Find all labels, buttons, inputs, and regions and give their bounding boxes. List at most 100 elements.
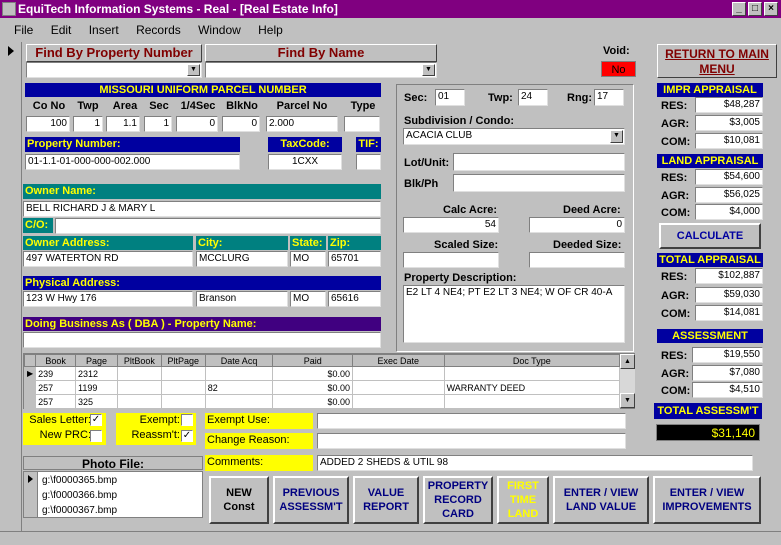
menu-file[interactable]: File — [14, 23, 33, 37]
parcel-twp-field[interactable]: 1 — [73, 116, 103, 132]
table-row[interactable]: 257 1199 82 $0.00 WARRANTY DEED — [23, 380, 621, 395]
find-by-property-number-combo[interactable]: ▼ — [26, 62, 202, 78]
first-time-land-button[interactable]: FIRST TIME LAND — [497, 476, 549, 524]
parcel-col-parcelno: Parcel No — [276, 100, 328, 112]
blk-field[interactable] — [453, 174, 625, 192]
owner-state-field[interactable]: MO — [290, 251, 326, 267]
physical-city-field[interactable]: Branson — [196, 291, 288, 307]
parcel-no-field[interactable]: 2.000 — [266, 116, 338, 132]
menu-records[interactable]: Records — [136, 23, 181, 37]
total-agr-field[interactable]: $59,030 — [695, 287, 763, 303]
assess-agr-field[interactable]: $7,080 — [692, 365, 763, 381]
owner-zip-field[interactable]: 65701 — [328, 251, 381, 267]
chevron-down-icon[interactable]: ▼ — [187, 64, 200, 76]
value-report-button[interactable]: VALUE REPORT — [353, 476, 419, 524]
parcel-sec-field[interactable]: 1 — [144, 116, 172, 132]
owner-address-field[interactable]: 497 WATERTON RD — [23, 251, 193, 267]
taxcode-field[interactable]: 1CXX — [268, 154, 342, 170]
loc-sec-label: Sec: — [404, 92, 428, 104]
deeds-col-page[interactable]: Page — [75, 354, 118, 367]
new-prc-checkbox[interactable] — [90, 430, 102, 442]
comments-field[interactable]: ADDED 2 SHEDS & UTIL 98 — [317, 455, 753, 471]
parcel-cono-field[interactable]: 100 — [26, 116, 70, 132]
loc-sec-field[interactable]: 01 — [435, 89, 465, 106]
land-com-field[interactable]: $4,000 — [695, 204, 763, 220]
deeds-col-pltpage[interactable]: PltPage — [160, 354, 206, 367]
tif-field[interactable] — [356, 154, 381, 170]
reassmt-checkbox[interactable]: ✓ — [181, 430, 193, 442]
scaled-size-field[interactable] — [403, 252, 499, 268]
maximize-button[interactable]: □ — [748, 2, 762, 16]
deeds-col-paid[interactable]: Paid — [272, 354, 354, 367]
list-item[interactable]: g:\f0000365.bmp — [42, 473, 117, 488]
enter-view-land-value-button[interactable]: ENTER / VIEW LAND VALUE — [553, 476, 649, 524]
exempt-use-field[interactable] — [317, 413, 626, 429]
calculate-button[interactable]: CALCULATE — [659, 223, 761, 249]
deeds-col-doctype[interactable]: Doc Type — [443, 354, 621, 367]
find-by-name-combo[interactable]: ▼ — [205, 62, 437, 78]
menu-help[interactable]: Help — [258, 23, 283, 37]
impr-res-field[interactable]: $48,287 — [695, 97, 763, 113]
property-number-field[interactable]: 01-1.1-01-000-000-002.000 — [25, 154, 240, 170]
property-number-label: Property Number: — [25, 137, 240, 152]
menu-edit[interactable]: Edit — [51, 23, 72, 37]
scroll-down-icon[interactable]: ▼ — [620, 393, 635, 408]
enter-view-improvements-button[interactable]: ENTER / VIEW IMPROVEMENTS — [653, 476, 761, 524]
assess-res-field[interactable]: $19,550 — [692, 347, 763, 363]
chevron-down-icon[interactable]: ▼ — [422, 64, 435, 76]
impr-com-field[interactable]: $10,081 — [695, 133, 763, 149]
co-field[interactable] — [55, 218, 381, 234]
owner-name-field[interactable]: BELL RICHARD J & MARY L — [23, 201, 381, 217]
subdivision-combo[interactable]: ACACIA CLUB ▼ — [403, 128, 625, 145]
land-agr-field[interactable]: $56,025 — [695, 187, 763, 203]
parcel-qsec-field[interactable]: 0 — [176, 116, 218, 132]
loc-rng-field[interactable]: 17 — [594, 89, 624, 106]
deeds-col-pltbook[interactable]: PltBook — [116, 354, 162, 367]
total-com-field[interactable]: $14,081 — [695, 305, 763, 321]
row-pointer-icon — [28, 475, 33, 483]
find-by-name-button[interactable]: Find By Name — [205, 44, 437, 62]
change-reason-field[interactable] — [317, 433, 626, 449]
exempt-checkbox[interactable] — [181, 414, 193, 426]
chevron-down-icon[interactable]: ▼ — [610, 130, 623, 143]
property-description-field[interactable]: E2 LT 4 NE4; PT E2 LT 3 NE4; W OF CR 40-… — [403, 285, 625, 343]
physical-zip-field[interactable]: 65616 — [328, 291, 381, 307]
impr-agr-field[interactable]: $3,005 — [695, 115, 763, 131]
menu-insert[interactable]: Insert — [89, 23, 119, 37]
scroll-up-icon[interactable]: ▲ — [620, 354, 635, 369]
parcel-blkno-field[interactable]: 0 — [222, 116, 260, 132]
dba-field[interactable] — [23, 332, 381, 348]
deeded-size-field[interactable] — [529, 252, 625, 268]
total-res-field[interactable]: $102,887 — [695, 268, 763, 284]
parcel-type-field[interactable] — [344, 116, 380, 132]
parcel-area-field[interactable]: 1.1 — [106, 116, 140, 132]
owner-city-field[interactable]: MCCLURG — [196, 251, 288, 267]
return-main-menu-button[interactable]: RETURN TO MAIN MENU — [657, 44, 777, 78]
menu-window[interactable]: Window — [198, 23, 241, 37]
deeds-scrollbar[interactable]: ▲ ▼ — [620, 354, 635, 408]
lot-field[interactable] — [453, 153, 625, 171]
deeds-col-book[interactable]: Book — [35, 354, 77, 367]
property-record-card-button[interactable]: PROPERTY RECORD CARD — [423, 476, 493, 524]
loc-twp-field[interactable]: 24 — [518, 89, 548, 106]
land-res-field[interactable]: $54,600 — [695, 169, 763, 185]
parcel-col-cono: Co No — [32, 100, 66, 112]
physical-address-field[interactable]: 123 W Hwy 176 — [23, 291, 193, 307]
assess-com-field[interactable]: $4,510 — [692, 382, 763, 398]
list-item[interactable]: g:\f0000367.bmp — [42, 503, 117, 518]
table-row[interactable]: ▶ 239 2312 $0.00 — [23, 366, 621, 381]
find-by-property-number-button[interactable]: Find By Property Number — [26, 44, 202, 62]
void-value[interactable]: No — [601, 61, 636, 77]
table-row[interactable]: 257 325 $0.00 — [23, 394, 621, 409]
physical-state-field[interactable]: MO — [290, 291, 326, 307]
list-item[interactable]: g:\f0000366.bmp — [42, 488, 117, 503]
deeds-col-dateacq[interactable]: Date Acq — [204, 354, 274, 367]
calc-acre-field[interactable]: 54 — [403, 217, 499, 233]
deed-acre-field[interactable]: 0 — [529, 217, 625, 233]
close-button[interactable]: × — [764, 2, 778, 16]
minimize-button[interactable]: _ — [732, 2, 746, 16]
new-const-button[interactable]: NEW Const — [209, 476, 269, 524]
deeds-col-execdate[interactable]: Exec Date — [352, 354, 445, 367]
sales-letter-checkbox[interactable]: ✓ — [90, 414, 102, 426]
previous-assessment-button[interactable]: PREVIOUS ASSESSM'T — [273, 476, 349, 524]
